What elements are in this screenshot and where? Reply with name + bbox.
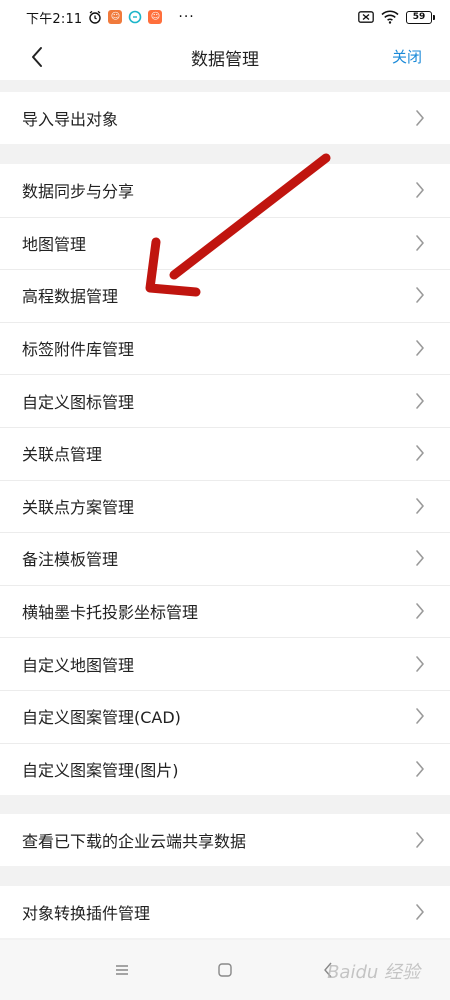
back-button[interactable] [22,40,52,74]
menu-item-label: 自定义图标管理 [22,392,135,412]
menu-item-label: 对象转换插件管理 [22,904,151,923]
menu-item-note-templates[interactable]: 备注模板管理 [0,532,450,585]
menu-item-label: 导入导出对象 [22,110,119,129]
menu-item-label: 自定义图案管理(图片) [22,760,179,780]
menu-item-map-management[interactable]: 地图管理 [0,216,450,270]
sync-icon [128,10,142,24]
menu-item-label: 地图管理 [22,234,87,254]
menu-item-import-export[interactable]: 导入导出对象 [0,92,450,144]
menu-group-data: 数据同步与分享 地图管理 高程数据管理 标签附件库管理 自定义图标管理 关联点管… [0,164,450,796]
chevron-right-icon [414,234,426,252]
chevron-right-icon [414,903,426,921]
chevron-right-icon [414,392,426,410]
watermark: Baidu 经验 [327,962,420,983]
menu-item-label: 自定义图案管理(CAD) [22,708,181,728]
battery-indicator: 59 [406,10,435,24]
chevron-right-icon [414,286,426,304]
menu-item-elevation-data[interactable]: 高程数据管理 [0,269,450,322]
chevron-right-icon [414,444,426,462]
status-bar: 下午2:11 ☺ ☺ ··· 59 [0,0,450,34]
chevron-right-icon [414,109,426,127]
menu-item-utm-coordinates[interactable]: 横轴墨卡托投影坐标管理 [0,584,450,638]
menu-icon [115,965,128,975]
menu-item-custom-patterns-cad[interactable]: 自定义图案管理(CAD) [0,689,450,743]
menu-group-cloud: 查看已下载的企业云端共享数据 [0,814,450,866]
chevron-right-icon [414,760,426,778]
home-button[interactable] [205,950,245,990]
status-right: 59 [358,10,435,24]
menu-item-data-sync[interactable]: 数据同步与分享 [0,164,450,217]
menu-item-custom-icons[interactable]: 自定义图标管理 [0,374,450,427]
page-title: 数据管理 [191,49,259,70]
chevron-right-icon [414,602,426,620]
chevron-right-icon [414,549,426,567]
alarm-icon [88,10,102,24]
no-sim-icon [358,11,374,23]
menu-group-import: 导入导出对象 [0,92,450,144]
menu-item-custom-patterns-image[interactable]: 自定义图案管理(图片) [0,742,450,796]
chevron-right-icon [414,339,426,357]
menu-item-label: 关联点管理 [22,445,103,465]
navigation-bar: 数据管理 关闭 [0,34,450,80]
menu-item-label: 查看已下载的企业云端共享数据 [22,832,247,851]
menu-item-label: 标签附件库管理 [22,340,135,360]
menu-item-label: 高程数据管理 [22,287,119,307]
status-left: 下午2:11 ☺ ☺ ··· [26,8,195,27]
menu-item-tag-attachments[interactable]: 标签附件库管理 [0,321,450,375]
menu-button[interactable] [102,950,142,990]
chevron-right-icon [414,831,426,849]
menu-item-label: 横轴墨卡托投影坐标管理 [22,603,199,623]
menu-item-link-point-schemes[interactable]: 关联点方案管理 [0,479,450,533]
status-time: 下午2:11 [26,11,83,27]
chevron-right-icon [414,497,426,515]
menu-item-custom-maps[interactable]: 自定义地图管理 [0,637,450,690]
menu-item-label: 备注模板管理 [22,550,119,570]
app-notification-icon: ☺ [108,10,123,24]
chevron-right-icon [414,707,426,725]
more-notifications-icon: ··· [178,9,195,25]
menu-item-link-points[interactable]: 关联点管理 [0,426,450,480]
home-icon [218,963,232,977]
app-notification-icon-2: ☺ [148,10,163,24]
menu-item-cloud-shared-data[interactable]: 查看已下载的企业云端共享数据 [0,814,450,866]
menu-item-label: 数据同步与分享 [22,182,135,202]
close-button[interactable]: 关闭 [392,46,422,67]
menu-group-plugins: 对象转换插件管理 [0,886,450,938]
menu-item-label: 关联点方案管理 [22,497,135,517]
back-arrow-icon [32,47,42,67]
chevron-right-icon [414,655,426,673]
menu-item-label: 自定义地图管理 [22,655,135,675]
menu-item-conversion-plugins[interactable]: 对象转换插件管理 [0,886,450,938]
chevron-right-icon [414,181,426,199]
wifi-icon [381,10,399,24]
